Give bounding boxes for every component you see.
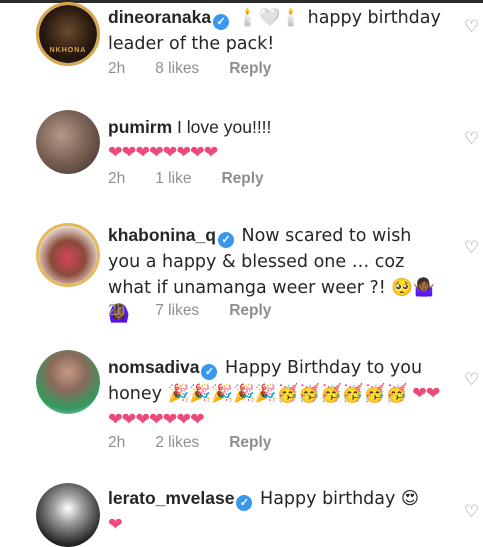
likes-count[interactable]: 1 like	[155, 170, 191, 188]
avatar[interactable]	[36, 483, 100, 547]
comment-time: 2h	[108, 434, 126, 451]
reply-button[interactable]: Reply	[221, 170, 263, 188]
comment-username[interactable]: lerato_mvelase	[108, 488, 234, 508]
comment-time: 2h	[108, 302, 126, 319]
heart-outline-icon[interactable]: ♡	[464, 371, 482, 389]
verified-icon: ✓	[213, 14, 230, 30]
verified-icon: ✓	[201, 364, 218, 380]
heart-outline-icon[interactable]: ♡	[464, 239, 482, 257]
avatar[interactable]	[36, 350, 100, 414]
avatar[interactable]	[36, 223, 100, 287]
comment-username[interactable]: nomsadiva	[108, 357, 199, 377]
likes-count[interactable]: 2 likes	[155, 434, 199, 452]
heart-outline-icon[interactable]: ♡	[464, 18, 482, 36]
comment-username[interactable]: dineoranaka	[108, 7, 211, 27]
hearts-emoji: ❤❤❤❤❤❤❤❤	[108, 143, 218, 163]
comment-time: 2h	[108, 170, 126, 187]
avatar[interactable]: NKHONA	[36, 2, 100, 66]
reply-button[interactable]: Reply	[229, 302, 271, 320]
reply-button[interactable]: Reply	[229, 434, 271, 452]
comment-time: 2h	[108, 60, 126, 77]
verified-icon: ✓	[236, 495, 253, 511]
verified-icon: ✓	[217, 232, 234, 248]
comment-text: I love you!!!!	[172, 117, 272, 137]
heart-outline-icon[interactable]: ♡	[464, 503, 482, 521]
reply-button[interactable]: Reply	[229, 60, 271, 78]
likes-count[interactable]: 7 likes	[155, 302, 199, 320]
comment-username[interactable]: khabonina_q	[108, 225, 216, 245]
avatar-logo-text: NKHONA	[49, 47, 87, 54]
avatar[interactable]	[36, 110, 100, 174]
heart-outline-icon[interactable]: ♡	[464, 130, 482, 148]
hearts-emoji: ❤	[108, 515, 123, 535]
comment-text: Happy birthday 😍	[254, 489, 420, 509]
likes-count[interactable]: 8 likes	[155, 60, 199, 78]
comment-username[interactable]: pumirm	[108, 117, 172, 137]
